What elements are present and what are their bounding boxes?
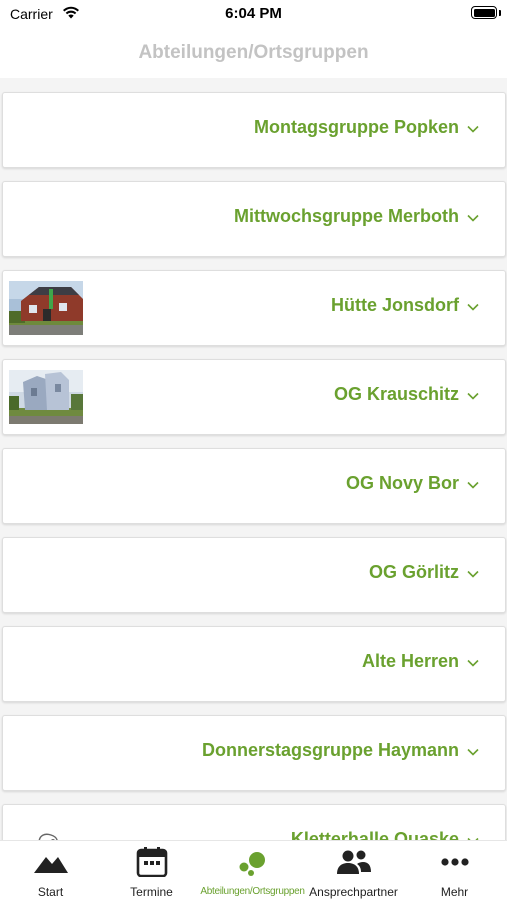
chevron-down-icon bbox=[467, 303, 479, 311]
groups-dots-icon bbox=[239, 852, 265, 876]
calendar-icon bbox=[136, 847, 167, 877]
group-card-alte-herren[interactable]: Alte Herren bbox=[2, 626, 506, 702]
group-label: Hütte Jonsdorf bbox=[331, 295, 459, 315]
group-card-montagsgruppe[interactable]: Montagsgruppe Popken bbox=[2, 92, 506, 168]
group-label: OG Novy Bor bbox=[345, 473, 459, 493]
more-dots-icon bbox=[440, 858, 469, 866]
app-screen: Carrier 6:04 PM Abteilungen/Ortsgruppen … bbox=[0, 0, 507, 900]
group-card-og-krauschitz[interactable]: OG Krauschitz bbox=[2, 359, 506, 435]
group-label: Donnerstagsgruppe Haymann bbox=[201, 740, 459, 760]
tab-bar: Start Termine Abteilungen/Ortsgruppen An… bbox=[0, 840, 507, 900]
battery-tip bbox=[499, 10, 501, 16]
group-label: OG Krauschitz bbox=[333, 384, 459, 404]
mountain-icon bbox=[33, 857, 68, 873]
chevron-down-icon bbox=[467, 748, 479, 756]
group-card-donnerstagsgruppe[interactable]: Donnerstagsgruppe Haymann bbox=[2, 715, 506, 791]
group-label: Kletterhalle Quaske bbox=[290, 829, 459, 840]
tab-termine[interactable]: Termine bbox=[101, 841, 202, 900]
group-card-kletterhalle[interactable]: Kletterhalle Quaske bbox=[2, 804, 506, 840]
group-label: Montagsgruppe Popken bbox=[253, 117, 459, 137]
status-bar: Carrier 6:04 PM bbox=[0, 0, 507, 28]
chevron-down-icon bbox=[467, 659, 479, 667]
clock: 6:04 PM bbox=[225, 5, 282, 22]
group-card-og-goerlitz[interactable]: OG Görlitz bbox=[2, 537, 506, 613]
tab-label: Mehr bbox=[440, 885, 469, 899]
tab-start[interactable]: Start bbox=[0, 841, 101, 900]
chevron-down-icon bbox=[467, 125, 479, 133]
battery-icon bbox=[471, 6, 497, 19]
group-card-mittwochsgruppe[interactable]: Mittwochsgruppe Merboth bbox=[2, 181, 506, 257]
house-photo-thumbnail bbox=[9, 281, 83, 335]
group-label: Mittwochsgruppe Merboth bbox=[234, 206, 459, 226]
group-card-og-novy-bor[interactable]: OG Novy Bor bbox=[2, 448, 506, 524]
group-card-huette-jonsdorf[interactable]: Hütte Jonsdorf bbox=[2, 270, 506, 346]
tab-abteilungen[interactable]: Abteilungen/Ortsgruppen bbox=[200, 841, 305, 900]
group-label: Alte Herren bbox=[361, 651, 459, 671]
chevron-down-icon bbox=[467, 481, 479, 489]
page-title: Abteilungen/Ortsgruppen bbox=[138, 42, 369, 63]
chevron-down-icon bbox=[467, 570, 479, 578]
groups-list[interactable]: Montagsgruppe Popken Mittwochsgruppe Mer… bbox=[0, 79, 507, 840]
navigation-bar: Abteilungen/Ortsgruppen bbox=[0, 28, 507, 78]
group-label: OG Görlitz bbox=[369, 562, 459, 582]
chevron-down-icon bbox=[467, 392, 479, 400]
tab-mehr[interactable]: Mehr bbox=[404, 841, 505, 900]
chevron-down-icon bbox=[467, 214, 479, 222]
climbing-logo-thumbnail bbox=[38, 833, 58, 840]
tab-ansprechpartner[interactable]: Ansprechpartner bbox=[303, 841, 404, 900]
building-photo-thumbnail bbox=[9, 370, 83, 424]
people-icon bbox=[336, 850, 371, 874]
